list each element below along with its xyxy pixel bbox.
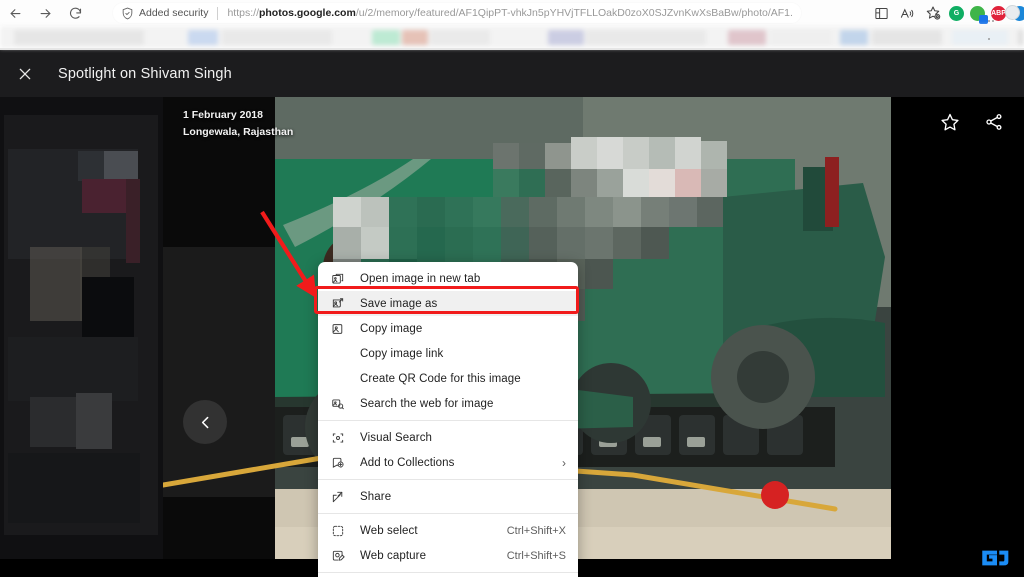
bookmarks-bar[interactable]: [0, 26, 1024, 48]
menu-item-copy-image-link[interactable]: Copy image link: [318, 341, 578, 366]
close-icon[interactable]: [14, 63, 36, 85]
browser-chrome: Added security https://photos.google.com…: [0, 0, 1024, 50]
menu-item-label: Open image in new tab: [360, 273, 566, 285]
toolbar-right-group: G ABP: [868, 0, 1022, 26]
menu-item-save-image-as[interactable]: Save image as: [318, 291, 578, 316]
share-icon: [330, 489, 346, 505]
web-capture-icon: [330, 548, 346, 564]
menu-item-open-image-in-new-tab[interactable]: Open image in new tab: [318, 266, 578, 291]
menu-item-label: Search the web for image: [360, 398, 566, 410]
extension-adblock-icon[interactable]: ABP: [991, 6, 1006, 21]
back-button[interactable]: [0, 1, 30, 25]
forward-button[interactable]: [30, 1, 60, 25]
split-screen-icon[interactable]: [868, 1, 894, 25]
photo-location: Longewala, Rajasthan: [183, 124, 293, 141]
photo-date: 1 February 2018: [183, 107, 293, 124]
menu-item-visual-search[interactable]: Visual Search: [318, 425, 578, 450]
menu-item-label: Add to Collections: [360, 457, 554, 469]
menu-item-search-the-web-for-image[interactable]: Search the web for image: [318, 391, 578, 416]
copy-image-icon: [330, 321, 346, 337]
refresh-button[interactable]: [60, 1, 90, 25]
menu-item-label: Create QR Code for this image: [360, 373, 566, 385]
memory-header: Spotlight on Shivam Singh: [0, 50, 1024, 97]
omnibox-divider: [217, 7, 218, 20]
menu-separator: [318, 479, 578, 480]
open-in-new-tab-icon: [330, 271, 346, 287]
shield-check-icon: [121, 7, 134, 20]
menu-item-shortcut: Ctrl+Shift+S: [507, 550, 566, 562]
url-text[interactable]: https://photos.google.com/u/2/memory/fea…: [227, 7, 793, 19]
chrome-divider: [0, 48, 1024, 50]
address-bar[interactable]: Added security https://photos.google.com…: [112, 2, 802, 24]
search-web-image-icon: [330, 396, 346, 412]
add-to-collections-icon: [330, 455, 346, 471]
menu-item-label: Save image as: [360, 298, 566, 310]
previous-photo-preview[interactable]: [0, 97, 163, 559]
bookmarks-overflow-icon[interactable]: [988, 9, 998, 12]
save-image-icon: [330, 296, 346, 312]
gadgets-to-use-logo: [980, 547, 1014, 569]
share-icon[interactable]: [984, 112, 1006, 134]
profile-avatar[interactable]: [1005, 5, 1020, 20]
menu-separator: [318, 420, 578, 421]
browser-toolbar: Added security https://photos.google.com…: [0, 0, 1024, 26]
previous-photo-button[interactable]: [183, 400, 227, 444]
menu-item-label: Share: [360, 491, 566, 503]
menu-item-label: Copy image link: [360, 348, 566, 360]
chevron-right-icon: ›: [562, 456, 566, 470]
menu-item-label: Web select: [360, 525, 497, 537]
menu-item-label: Web capture: [360, 550, 497, 562]
security-label: Added security: [139, 7, 208, 19]
visual-search-icon: [330, 430, 346, 446]
menu-item-create-qr-code[interactable]: Create QR Code for this image: [318, 366, 578, 391]
menu-item-add-to-collections[interactable]: Add to Collections ›: [318, 450, 578, 475]
menu-item-label: Copy image: [360, 323, 566, 335]
extension-leaf-icon[interactable]: [970, 6, 985, 21]
security-chip[interactable]: Added security: [121, 7, 208, 20]
photo-metadata: 1 February 2018 Longewala, Rajasthan: [183, 107, 293, 142]
star-icon[interactable]: [940, 112, 962, 134]
menu-item-share[interactable]: Share: [318, 484, 578, 509]
menu-item-web-select[interactable]: Web select Ctrl+Shift+X: [318, 518, 578, 543]
favorites-icon[interactable]: [920, 1, 946, 25]
no-icon: [330, 346, 346, 362]
menu-item-label: Visual Search: [360, 432, 566, 444]
menu-separator: [318, 572, 578, 573]
extension-grammarly-icon[interactable]: G: [949, 6, 964, 21]
no-icon: [330, 371, 346, 387]
image-context-menu[interactable]: Open image in new tab Save image as Copy…: [318, 262, 578, 577]
menu-separator: [318, 513, 578, 514]
web-select-icon: [330, 523, 346, 539]
menu-item-shortcut: Ctrl+Shift+X: [507, 525, 566, 537]
menu-item-web-capture[interactable]: Web capture Ctrl+Shift+S: [318, 543, 578, 568]
read-aloud-icon[interactable]: [894, 1, 920, 25]
memory-title: Spotlight on Shivam Singh: [58, 66, 232, 82]
menu-item-copy-image[interactable]: Copy image: [318, 316, 578, 341]
